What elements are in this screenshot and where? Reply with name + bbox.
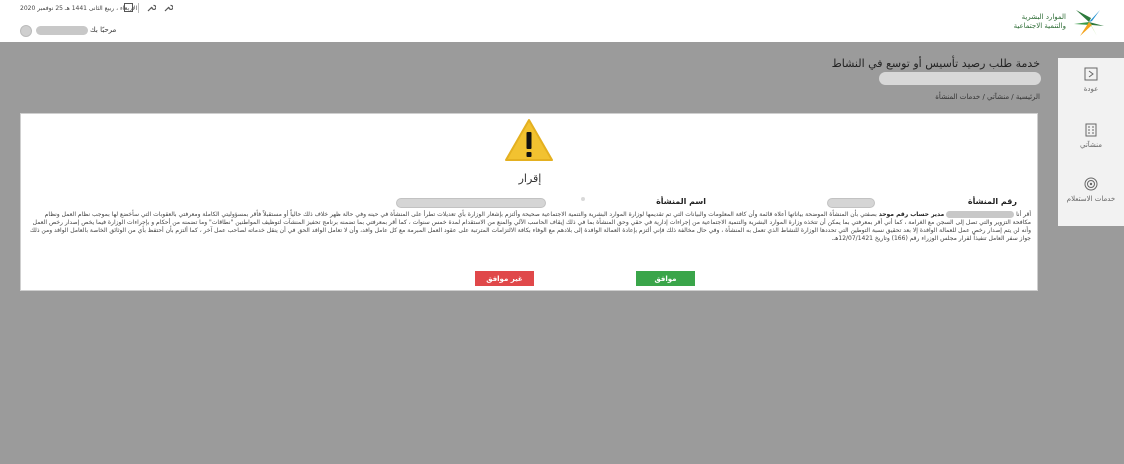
page-title: خدمة طلب رصيد تأسيس أو توسع في النشاط: [831, 57, 1040, 70]
sidebar-item-back[interactable]: عودة: [1058, 66, 1124, 114]
establishment-number-redacted: [827, 198, 875, 208]
declaration-role: مدير حساب رقم موحد: [878, 211, 945, 218]
disagree-button[interactable]: غير موافق: [475, 271, 534, 286]
manager-name-redacted: [946, 211, 1015, 218]
declaration-start: أقر أنا: [1016, 211, 1031, 218]
calendar-icon: [124, 3, 133, 12]
building-icon: [1083, 122, 1099, 138]
fingerprint-icon: [1083, 176, 1099, 192]
ministry-logo[interactable]: الموارد البشرية والتنمية الاجتماعية: [998, 6, 1108, 38]
establishment-name-redacted: [879, 72, 1041, 85]
establishment-name-redacted: [396, 198, 546, 208]
establishment-name-label: اسم المنشأة: [656, 197, 706, 206]
sidebar-item-label: منشآتي: [1079, 141, 1103, 149]
user-name-redacted: [36, 26, 88, 35]
tools-icon[interactable]: [162, 2, 174, 14]
agree-button[interactable]: موافق: [636, 271, 695, 286]
breadcrumb[interactable]: الرئيسية / منشآتي / خدمات المنشأة: [935, 93, 1040, 101]
header-divider: [138, 3, 139, 13]
user-greeting: مرحبًا بك: [90, 26, 117, 34]
declaration-text: أقر أنا مدير حساب رقم موحد بصفتي بأن الم…: [29, 211, 1031, 243]
user-avatar[interactable]: [20, 25, 32, 37]
sidebar-item-label: عودة: [1083, 85, 1099, 93]
ministry-logo-icon: [1074, 10, 1104, 36]
sidebar-item-inquiry-services[interactable]: خدمات الاستعلام: [1058, 176, 1124, 224]
top-header: الموارد البشرية والتنمية الاجتماعية الأر…: [0, 0, 1124, 42]
side-navigation: عودة منشآتي خدمات الاستعلام: [1058, 58, 1124, 226]
sidebar-item-my-establishments[interactable]: منشآتي: [1058, 122, 1124, 170]
ministry-logo-text: الموارد البشرية والتنمية الاجتماعية: [1013, 13, 1066, 30]
sidebar-item-label: خدمات الاستعلام: [1066, 195, 1116, 203]
declaration-card: إقرار رقم المنشأة اسم المنشأة أقر أنا مد…: [20, 113, 1038, 291]
establishment-number-label: رقم المنشأة: [967, 197, 1017, 206]
header-date: الأربعاء ، ربيع الثانى 1441 هـ 25 نوفمبر…: [20, 5, 138, 12]
loading-indicator: [581, 197, 585, 201]
back-icon: [1083, 66, 1099, 82]
declaration-title: إقرار: [518, 172, 542, 185]
settings-icon[interactable]: [145, 2, 157, 14]
warning-icon: [505, 119, 553, 161]
